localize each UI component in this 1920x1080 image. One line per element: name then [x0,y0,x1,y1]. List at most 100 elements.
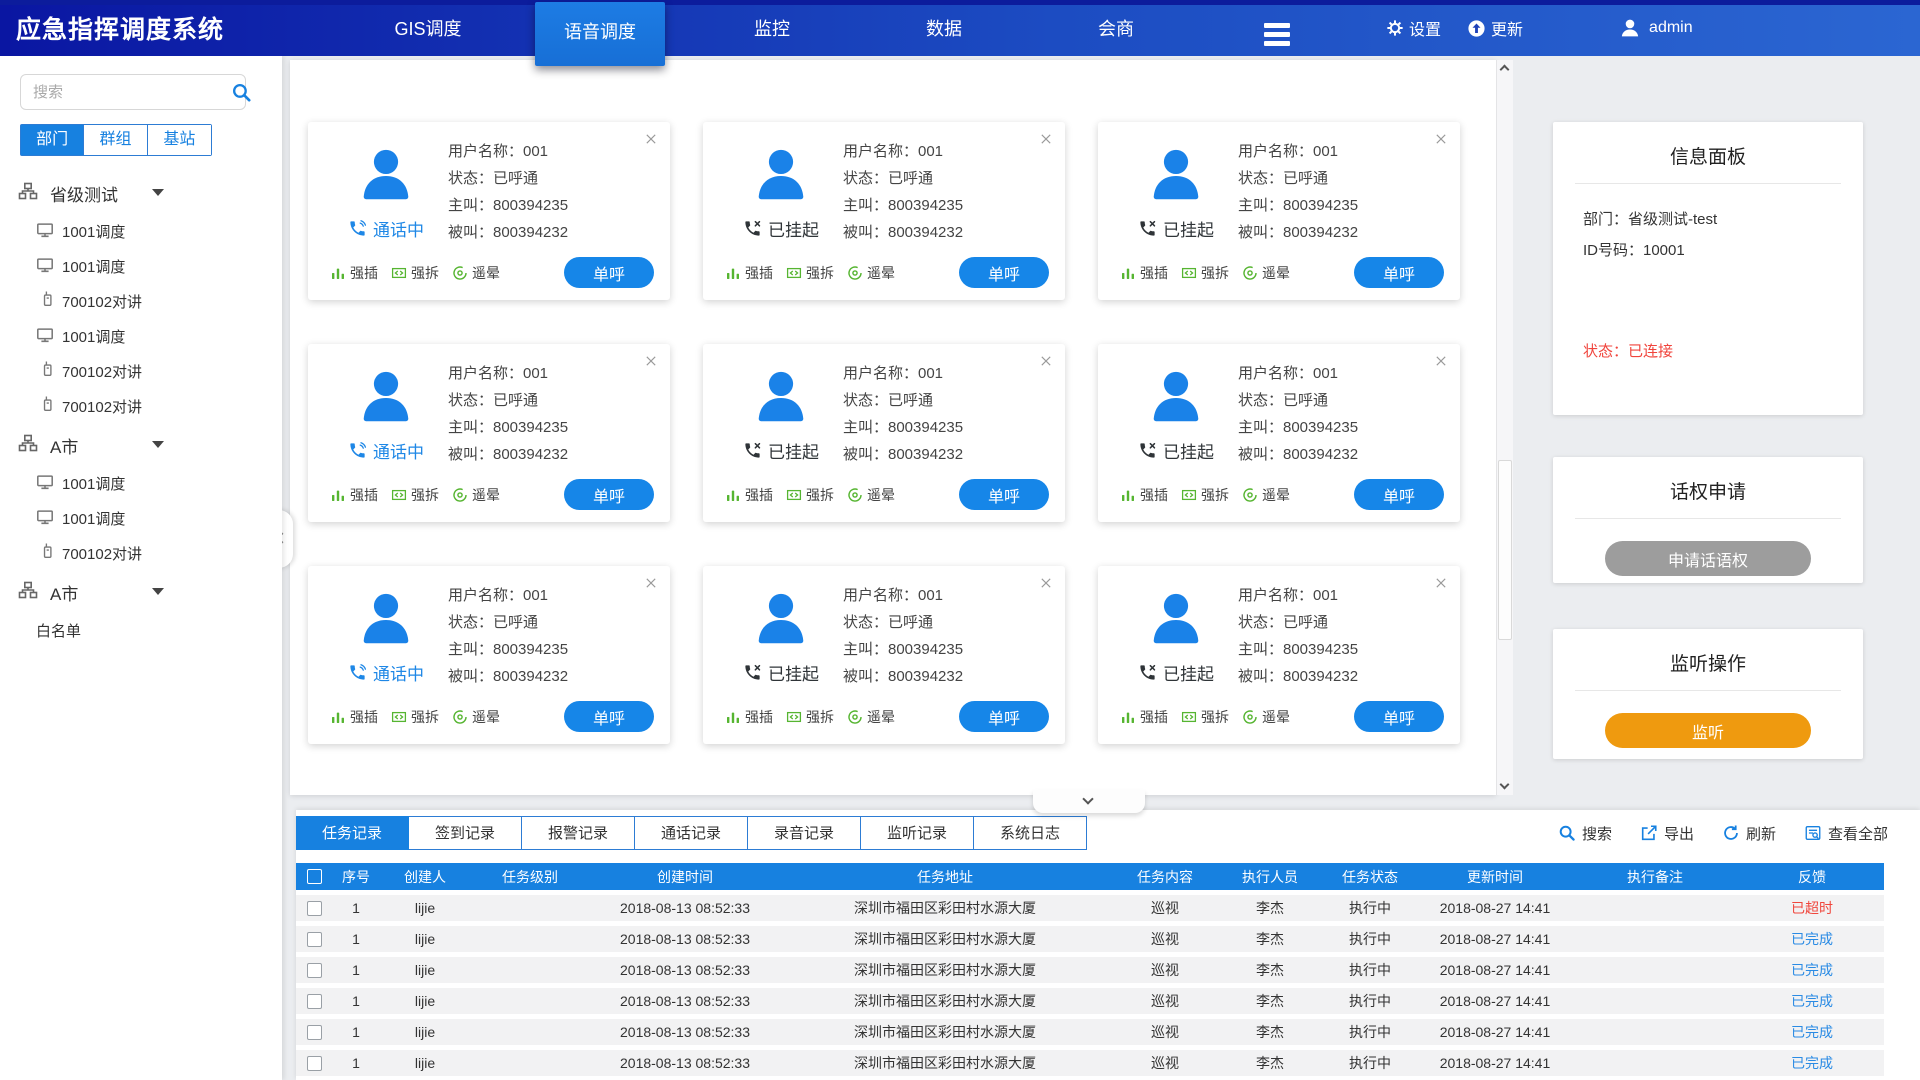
close-icon[interactable] [644,132,658,146]
search-icon[interactable] [231,82,252,103]
force-insert-action[interactable]: 强插 [1120,707,1168,727]
single-call-button[interactable]: 单呼 [959,479,1049,510]
force-release-action[interactable]: 强拆 [391,485,439,505]
tree-node[interactable]: 省级测试 [0,172,282,214]
row-checkbox[interactable] [307,932,322,947]
user-menu[interactable]: admin [1619,17,1693,39]
force-release-action[interactable]: 强拆 [786,707,834,727]
records-tab[interactable]: 签到记录 [409,816,522,850]
settings-button[interactable]: 设置 [1386,16,1441,40]
remote-stun-action[interactable]: 遥晕 [452,485,500,505]
force-insert-action[interactable]: 强插 [330,707,378,727]
records-tab[interactable]: 通话记录 [635,816,748,850]
search-input[interactable] [20,74,246,110]
force-insert-action[interactable]: 强插 [725,707,773,727]
tree-node[interactable]: 700102对讲 [0,284,282,319]
single-call-button[interactable]: 单呼 [564,257,654,288]
close-icon[interactable] [644,576,658,590]
single-call-button[interactable]: 单呼 [959,257,1049,288]
tree-node[interactable]: 700102对讲 [0,354,282,389]
remote-stun-action[interactable]: 遥晕 [847,485,895,505]
row-checkbox[interactable] [307,901,322,916]
feedback-cell[interactable]: 已完成 [1740,1050,1884,1076]
single-call-button[interactable]: 单呼 [959,701,1049,732]
close-icon[interactable] [1039,354,1053,368]
nav-tab[interactable]: 监控 [686,0,858,56]
force-release-action[interactable]: 强拆 [391,707,439,727]
remote-stun-action[interactable]: 遥晕 [452,263,500,283]
scroll-up-arrow[interactable] [1497,60,1514,77]
force-release-action[interactable]: 强拆 [786,263,834,283]
close-icon[interactable] [644,354,658,368]
tree-node[interactable]: 白名单 [0,613,282,648]
row-checkbox[interactable] [307,963,322,978]
close-icon[interactable] [1434,354,1448,368]
close-icon[interactable] [1434,132,1448,146]
records-tab[interactable]: 报警记录 [522,816,635,850]
row-checkbox[interactable] [307,1056,322,1071]
single-call-button[interactable]: 单呼 [1354,701,1444,732]
vertical-scrollbar[interactable] [1496,60,1513,795]
scroll-down-arrow[interactable] [1497,778,1514,795]
table-row[interactable]: 1 lijie 2018-08-13 08:52:33 深圳市福田区彩田村水源大… [296,957,1884,983]
bottom-collapse-handle[interactable] [1033,790,1145,813]
search-records-button[interactable]: 搜索 [1558,823,1612,844]
force-release-action[interactable]: 强拆 [1181,707,1229,727]
tree-node[interactable]: A市 [0,424,282,466]
remote-stun-action[interactable]: 遥晕 [1242,485,1290,505]
force-insert-action[interactable]: 强插 [330,263,378,283]
feedback-cell[interactable]: 已完成 [1740,988,1884,1014]
view-all-button[interactable]: 查看全部 [1804,823,1888,844]
remote-stun-action[interactable]: 遥晕 [1242,707,1290,727]
single-call-button[interactable]: 单呼 [1354,479,1444,510]
remote-stun-action[interactable]: 遥晕 [452,707,500,727]
feedback-cell[interactable]: 已超时 [1740,895,1884,921]
scrollbar-thumb[interactable] [1498,460,1512,640]
force-release-action[interactable]: 强拆 [391,263,439,283]
sidebar-tab[interactable]: 基站 [148,125,211,155]
table-row[interactable]: 1 lijie 2018-08-13 08:52:33 深圳市福田区彩田村水源大… [296,1050,1884,1076]
table-row[interactable]: 1 lijie 2018-08-13 08:52:33 深圳市福田区彩田村水源大… [296,926,1884,952]
force-insert-action[interactable]: 强插 [330,485,378,505]
nav-tab[interactable]: 语音调度 [535,2,665,66]
feedback-cell[interactable]: 已完成 [1740,926,1884,952]
force-insert-action[interactable]: 强插 [725,485,773,505]
tree-node[interactable]: 1001调度 [0,249,282,284]
row-checkbox[interactable] [307,1025,322,1040]
refresh-button[interactable]: 刷新 [1722,823,1776,844]
feedback-cell[interactable]: 已完成 [1740,957,1884,983]
select-all-checkbox[interactable] [307,869,322,884]
nav-tab[interactable]: GIS调度 [342,0,514,56]
request-talk-right-button[interactable]: 申请话语权 [1605,541,1811,576]
single-call-button[interactable]: 单呼 [1354,257,1444,288]
records-tab[interactable]: 任务记录 [296,816,409,850]
force-release-action[interactable]: 强拆 [1181,485,1229,505]
menu-icon[interactable] [1264,23,1290,50]
force-insert-action[interactable]: 强插 [1120,263,1168,283]
nav-tab[interactable]: 会商 [1030,0,1202,56]
feedback-cell[interactable]: 已完成 [1740,1019,1884,1045]
tree-node[interactable]: A市 [0,571,282,613]
force-release-action[interactable]: 强拆 [1181,263,1229,283]
force-insert-action[interactable]: 强插 [725,263,773,283]
records-tab[interactable]: 监听记录 [861,816,974,850]
close-icon[interactable] [1434,576,1448,590]
force-insert-action[interactable]: 强插 [1120,485,1168,505]
single-call-button[interactable]: 单呼 [564,479,654,510]
tree-node[interactable]: 1001调度 [0,501,282,536]
update-button[interactable]: 更新 [1467,16,1523,40]
records-tab[interactable]: 录音记录 [748,816,861,850]
table-row[interactable]: 1 lijie 2018-08-13 08:52:33 深圳市福田区彩田村水源大… [296,988,1884,1014]
table-row[interactable]: 1 lijie 2018-08-13 08:52:33 深圳市福田区彩田村水源大… [296,895,1884,921]
tree-node[interactable]: 1001调度 [0,214,282,249]
sidebar-tab[interactable]: 部门 [21,125,84,155]
remote-stun-action[interactable]: 遥晕 [847,263,895,283]
single-call-button[interactable]: 单呼 [564,701,654,732]
tree-node[interactable]: 700102对讲 [0,536,282,571]
table-row[interactable]: 1 lijie 2018-08-13 08:52:33 深圳市福田区彩田村水源大… [296,1019,1884,1045]
sidebar-tab[interactable]: 群组 [84,125,147,155]
nav-tab[interactable]: 数据 [858,0,1030,56]
export-button[interactable]: 导出 [1640,823,1694,844]
force-release-action[interactable]: 强拆 [786,485,834,505]
remote-stun-action[interactable]: 遥晕 [847,707,895,727]
